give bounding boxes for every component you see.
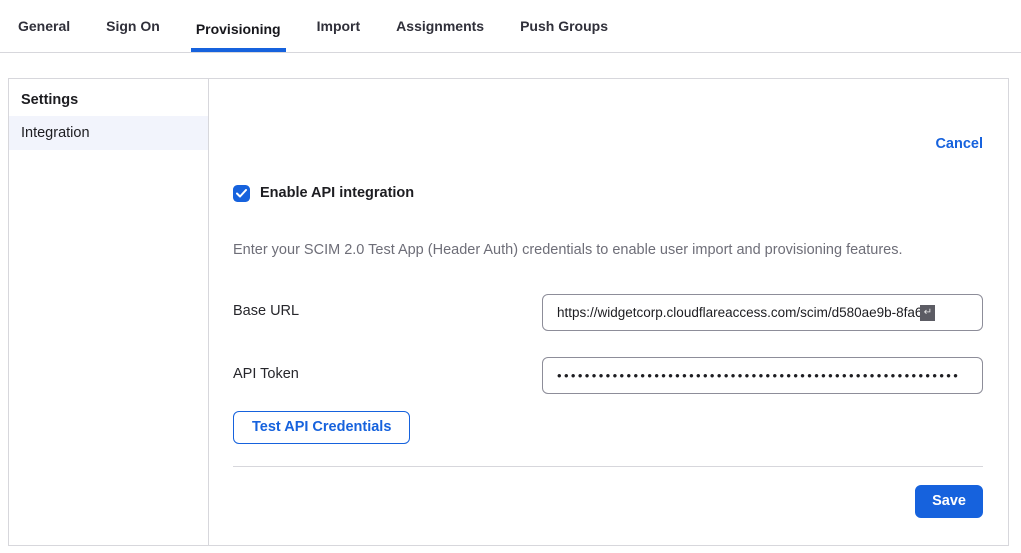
text-cursor-block: ↵ — [920, 305, 935, 321]
credentials-description: Enter your SCIM 2.0 Test App (Header Aut… — [233, 242, 983, 260]
provisioning-panel: Settings Integration Cancel Enable API i… — [8, 78, 1009, 546]
base-url-value: https://widgetcorp.cloudflareaccess.com/… — [557, 305, 922, 320]
settings-sidebar: Settings Integration — [9, 79, 209, 545]
tab-assignments[interactable]: Assignments — [391, 18, 489, 52]
enable-api-integration-row: Enable API integration — [233, 184, 983, 202]
tab-import[interactable]: Import — [312, 18, 366, 52]
api-token-masked-value: ••••••••••••••••••••••••••••••••••••••••… — [557, 368, 960, 383]
tab-push-groups[interactable]: Push Groups — [515, 18, 613, 52]
sidebar-header: Settings — [9, 79, 208, 116]
save-button[interactable]: Save — [915, 485, 983, 518]
enable-api-integration-label: Enable API integration — [260, 185, 414, 201]
tab-general[interactable]: General — [13, 18, 75, 52]
api-token-field-row: API Token ••••••••••••••••••••••••••••••… — [233, 357, 983, 394]
api-token-label: API Token — [233, 357, 542, 394]
tab-provisioning[interactable]: Provisioning — [191, 21, 286, 52]
enable-api-integration-checkbox[interactable] — [233, 185, 250, 202]
checkmark-icon — [236, 189, 247, 198]
base-url-input[interactable]: https://widgetcorp.cloudflareaccess.com/… — [542, 294, 983, 331]
base-url-field-row: Base URL https://widgetcorp.cloudflareac… — [233, 294, 983, 331]
app-tab-bar: General Sign On Provisioning Import Assi… — [0, 0, 1021, 53]
api-token-input[interactable]: ••••••••••••••••••••••••••••••••••••••••… — [542, 357, 983, 394]
form-footer-divider — [233, 466, 983, 467]
sidebar-item-integration[interactable]: Integration — [9, 116, 208, 150]
form-footer-actions: Save — [233, 485, 983, 518]
integration-settings-form: Cancel Enable API integration Enter your… — [209, 79, 1008, 545]
test-api-credentials-button[interactable]: Test API Credentials — [233, 411, 410, 444]
cancel-button[interactable]: Cancel — [935, 136, 983, 152]
form-header-actions: Cancel — [233, 135, 983, 153]
tab-sign-on[interactable]: Sign On — [101, 18, 165, 52]
test-credentials-row: Test API Credentials — [233, 411, 983, 444]
base-url-label: Base URL — [233, 294, 542, 331]
